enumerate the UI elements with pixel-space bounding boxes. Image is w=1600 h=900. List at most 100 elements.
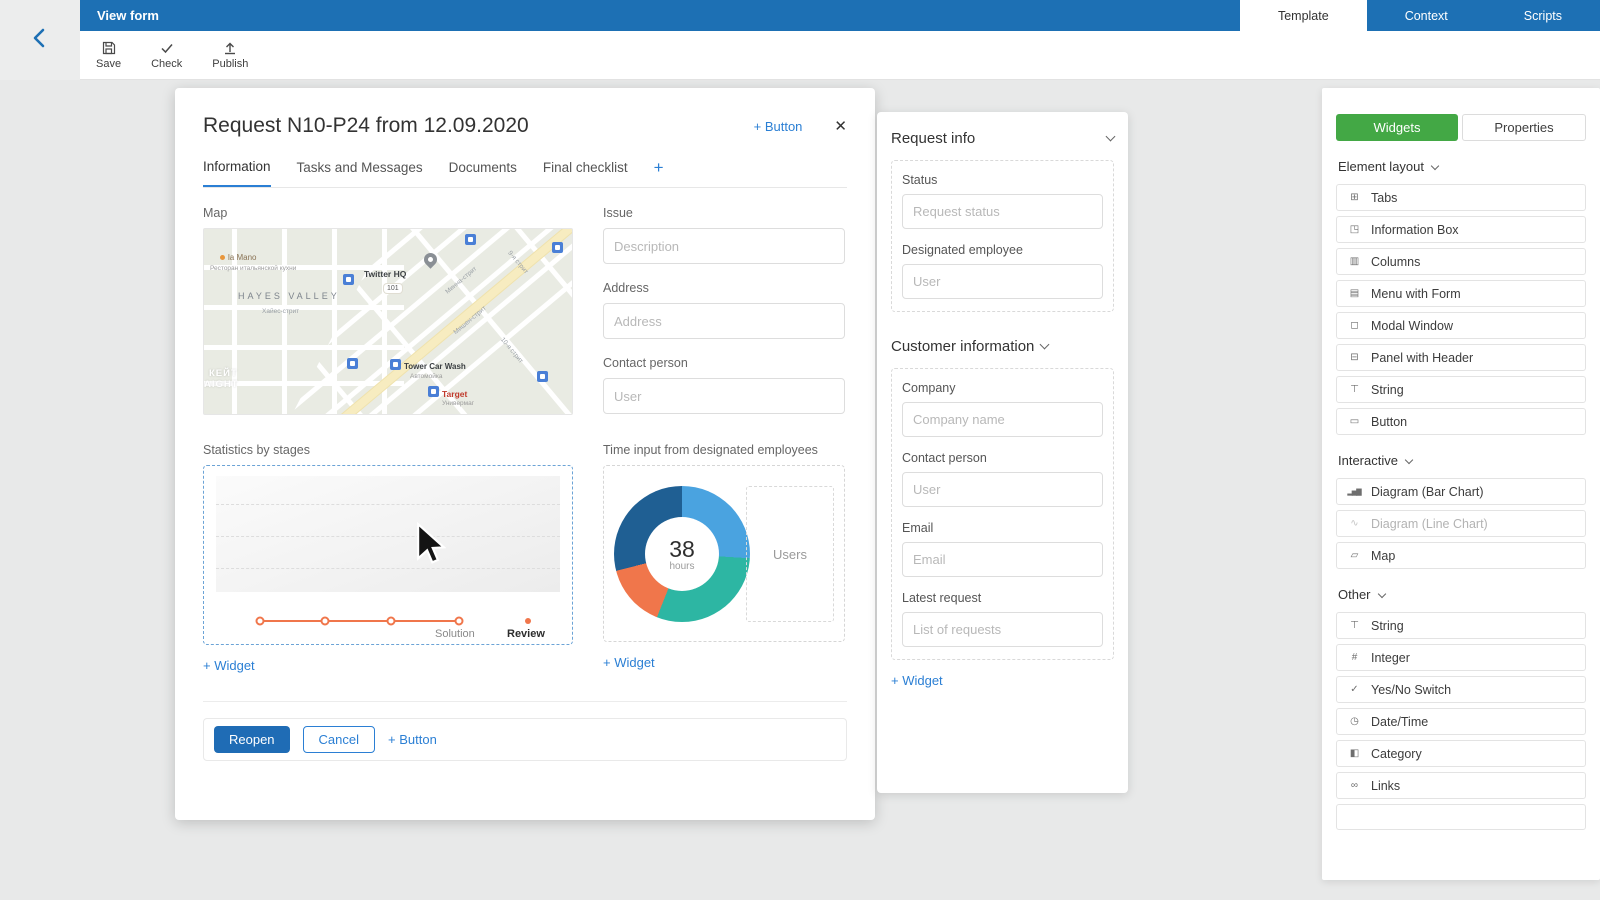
- widget-item-integer[interactable]: #Integer: [1336, 644, 1586, 671]
- add-button-link-top[interactable]: + Button: [754, 119, 803, 134]
- map-poi-car-wash: Tower Car Wash: [404, 362, 466, 371]
- email-input[interactable]: [902, 542, 1103, 577]
- widget-item-diagram-bar-chart[interactable]: ▂▅▇ Diagram (Bar Chart): [1336, 478, 1586, 505]
- widget-item-string-other[interactable]: ⊤String: [1336, 612, 1586, 639]
- information-box-icon: ◳: [1346, 224, 1362, 235]
- widget-item-diagram-line-chart[interactable]: ∿Diagram (Line Chart): [1336, 510, 1586, 537]
- contact-person-input[interactable]: [603, 378, 845, 414]
- widget-item-button[interactable]: ▭Button: [1336, 408, 1586, 435]
- contact-person-label: Contact person: [603, 356, 845, 370]
- map-district2-line1: КЕЙТ: [209, 368, 238, 379]
- tab-template[interactable]: Template: [1240, 0, 1367, 31]
- modal-header: Request N10-P24 from 12.09.2020 + Button…: [203, 114, 847, 138]
- reopen-button[interactable]: Reopen: [214, 726, 290, 753]
- request-info-group: Status Designated employee: [891, 160, 1114, 312]
- route-101-shield: 101: [384, 284, 402, 293]
- tab-widgets[interactable]: Widgets: [1336, 114, 1458, 141]
- panel-with-header-icon: ⊟: [1346, 352, 1362, 363]
- tab-information[interactable]: Information: [203, 159, 271, 187]
- line-chart-series: [260, 620, 459, 622]
- widget-item-modal-window[interactable]: ◻Modal Window: [1336, 312, 1586, 339]
- top-bar-tabs: Template Context Scripts: [1240, 0, 1600, 31]
- map-poi-twitter: Twitter HQ: [364, 269, 406, 279]
- top-bar: View form Template Context Scripts: [80, 0, 1600, 31]
- tab-documents[interactable]: Documents: [449, 160, 517, 186]
- company-name-input[interactable]: [902, 402, 1103, 437]
- list-of-requests-input[interactable]: [902, 612, 1103, 647]
- address-input[interactable]: [603, 303, 845, 339]
- widget-item-category[interactable]: ◧Category: [1336, 740, 1586, 767]
- map-pin-icon: [465, 234, 476, 245]
- widget-item-columns[interactable]: ▥Columns: [1336, 248, 1586, 275]
- request-info-header[interactable]: Request info: [891, 130, 1114, 147]
- tab-context[interactable]: Context: [1367, 0, 1486, 31]
- check-icon: [159, 40, 175, 56]
- widget-item-string[interactable]: ⊤String: [1336, 376, 1586, 403]
- section-other[interactable]: Other: [1338, 587, 1584, 602]
- request-status-input[interactable]: [902, 194, 1103, 229]
- widget-item-label: Integer: [1371, 651, 1410, 665]
- description-input[interactable]: [603, 228, 845, 264]
- mouse-cursor-icon: [416, 522, 446, 572]
- back-button[interactable]: [0, 0, 80, 80]
- map-pin-icon: [347, 358, 358, 369]
- widget-item-label: Yes/No Switch: [1371, 683, 1451, 697]
- widget-item-panel-with-header[interactable]: ⊟ Panel with Header: [1336, 344, 1586, 371]
- tab-tasks-and-messages[interactable]: Tasks and Messages: [297, 160, 423, 186]
- tab-scripts[interactable]: Scripts: [1486, 0, 1600, 31]
- tab-final-checklist[interactable]: Final checklist: [543, 160, 628, 186]
- cancel-button[interactable]: Cancel: [303, 726, 375, 753]
- widget-item-date-time[interactable]: ◷ Date/Time: [1336, 708, 1586, 735]
- check-button[interactable]: Check: [151, 40, 182, 70]
- section-interactive[interactable]: Interactive: [1338, 453, 1584, 468]
- add-widget-link[interactable]: + Widget: [203, 658, 255, 673]
- add-widget-link[interactable]: + Widget: [603, 655, 655, 670]
- add-widget-link[interactable]: + Widget: [891, 673, 943, 688]
- widget-item-label: Diagram (Line Chart): [1371, 517, 1488, 531]
- users-placeholder-box[interactable]: Users: [746, 486, 834, 622]
- map-district-label: HAYES VALLEY: [238, 291, 340, 301]
- section-element-layout[interactable]: Element layout: [1338, 159, 1584, 174]
- bar-chart-icon: ▂▅▇: [1346, 488, 1362, 496]
- add-tab-button[interactable]: +: [654, 158, 664, 187]
- customer-information-header[interactable]: Customer information: [891, 338, 1114, 355]
- designated-employee-input[interactable]: [902, 264, 1103, 299]
- x-axis-label-solution: Solution: [435, 628, 475, 640]
- time-donut-chart: 38 hours: [614, 486, 750, 622]
- widget-item-empty-slot[interactable]: [1336, 804, 1586, 830]
- widget-item-information-box[interactable]: ◳Information Box: [1336, 216, 1586, 243]
- modal-window-icon: ◻: [1346, 320, 1362, 331]
- donut-center: 38 hours: [645, 517, 719, 591]
- widget-item-label: Date/Time: [1371, 715, 1428, 729]
- widget-item-tabs[interactable]: ⊞Tabs: [1336, 184, 1586, 211]
- publish-button[interactable]: Publish: [212, 40, 248, 70]
- line-chart-widget[interactable]: Solution Review: [203, 465, 573, 645]
- latest-request-label: Latest request: [902, 591, 1103, 605]
- widget-item-menu-with-form[interactable]: ▤Menu with Form: [1336, 280, 1586, 307]
- widget-item-label: Diagram (Bar Chart): [1371, 485, 1484, 499]
- map-pin-icon: [390, 359, 401, 370]
- map-widget[interactable]: 101 la Mano Ресторан итальянской кухни T…: [203, 228, 573, 415]
- add-button-link-footer[interactable]: + Button: [388, 732, 437, 747]
- datetime-icon: ◷: [1346, 716, 1362, 727]
- request-form-modal: Request N10-P24 from 12.09.2020 + Button…: [175, 88, 875, 820]
- widget-item-label: String: [1371, 383, 1404, 397]
- widget-item-links[interactable]: ∞Links: [1336, 772, 1586, 799]
- publish-label: Publish: [212, 58, 248, 70]
- form-row-2: Statistics by stages Solution Review: [203, 443, 847, 675]
- map-pin-icon: [343, 274, 354, 285]
- widget-item-label: Panel with Header: [1371, 351, 1473, 365]
- contact-person-label: Contact person: [902, 451, 1103, 465]
- widget-item-map[interactable]: ▱Map: [1336, 542, 1586, 569]
- tab-properties[interactable]: Properties: [1462, 114, 1586, 141]
- close-icon[interactable]: ✕: [834, 117, 847, 135]
- map-poi-target: Target: [442, 389, 467, 399]
- donut-value: 38: [669, 536, 695, 563]
- save-button[interactable]: Save: [96, 40, 121, 70]
- donut-chart-widget[interactable]: 38 hours Users: [603, 465, 845, 642]
- contact-person-input[interactable]: [902, 472, 1103, 507]
- tabs-icon: ⊞: [1346, 192, 1362, 203]
- widget-item-yes-no-switch[interactable]: ✓Yes/No Switch: [1336, 676, 1586, 703]
- modal-title: Request N10-P24 from 12.09.2020: [203, 114, 529, 138]
- map-street-label: Хайес-стрит: [262, 308, 299, 315]
